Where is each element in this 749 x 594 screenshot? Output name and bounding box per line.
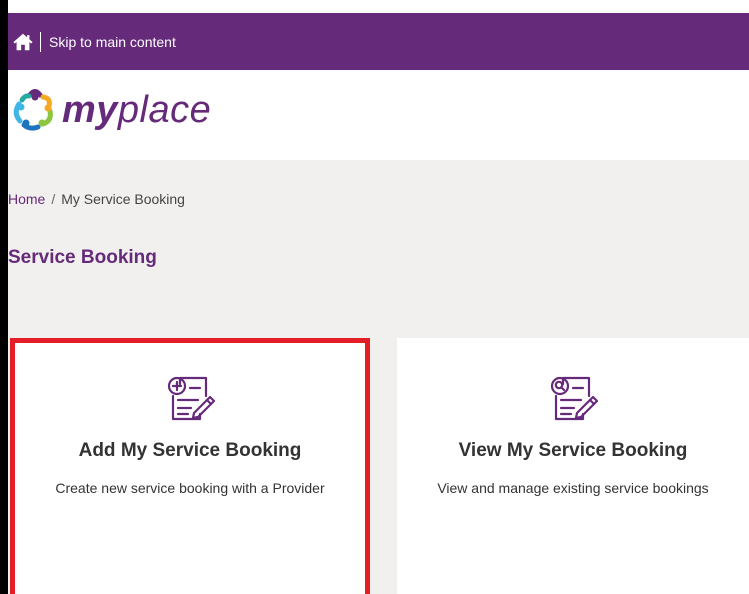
myplace-logo-mark-icon xyxy=(13,89,53,131)
card-title: Add My Service Booking xyxy=(78,440,302,461)
card-title: View My Service Booking xyxy=(458,440,688,461)
site-header: myplace xyxy=(8,70,749,160)
home-icon[interactable] xyxy=(12,31,34,53)
myplace-logo[interactable]: myplace xyxy=(10,86,211,134)
page-title: Service Booking xyxy=(8,247,157,268)
breadcrumb-current: My Service Booking xyxy=(61,191,185,207)
main-content: Home / My Service Booking Service Booking … xyxy=(8,160,749,594)
view-service-booking-card[interactable]: View My Service Booking View and manage … xyxy=(397,338,749,594)
top-bar: Skip to main content xyxy=(8,13,749,70)
myplace-logo-text: myplace xyxy=(62,91,211,129)
breadcrumb: Home / My Service Booking xyxy=(8,191,185,207)
breadcrumb-home-link[interactable]: Home xyxy=(8,191,45,207)
add-service-booking-card[interactable]: Add My Service Booking Create new servic… xyxy=(10,338,370,594)
card-description: View and manage existing service booking… xyxy=(437,480,709,496)
skip-to-main-content-link[interactable]: Skip to main content xyxy=(49,34,176,50)
window-top-edge xyxy=(0,0,749,13)
logo-place-text: place xyxy=(117,89,212,131)
window-left-border xyxy=(0,0,8,594)
breadcrumb-separator: / xyxy=(51,191,56,207)
logo-my-text: my xyxy=(62,89,118,131)
search-document-icon xyxy=(550,376,599,421)
topbar-divider xyxy=(40,31,41,52)
card-description: Create new service booking with a Provid… xyxy=(55,480,325,496)
add-document-icon xyxy=(167,376,216,421)
